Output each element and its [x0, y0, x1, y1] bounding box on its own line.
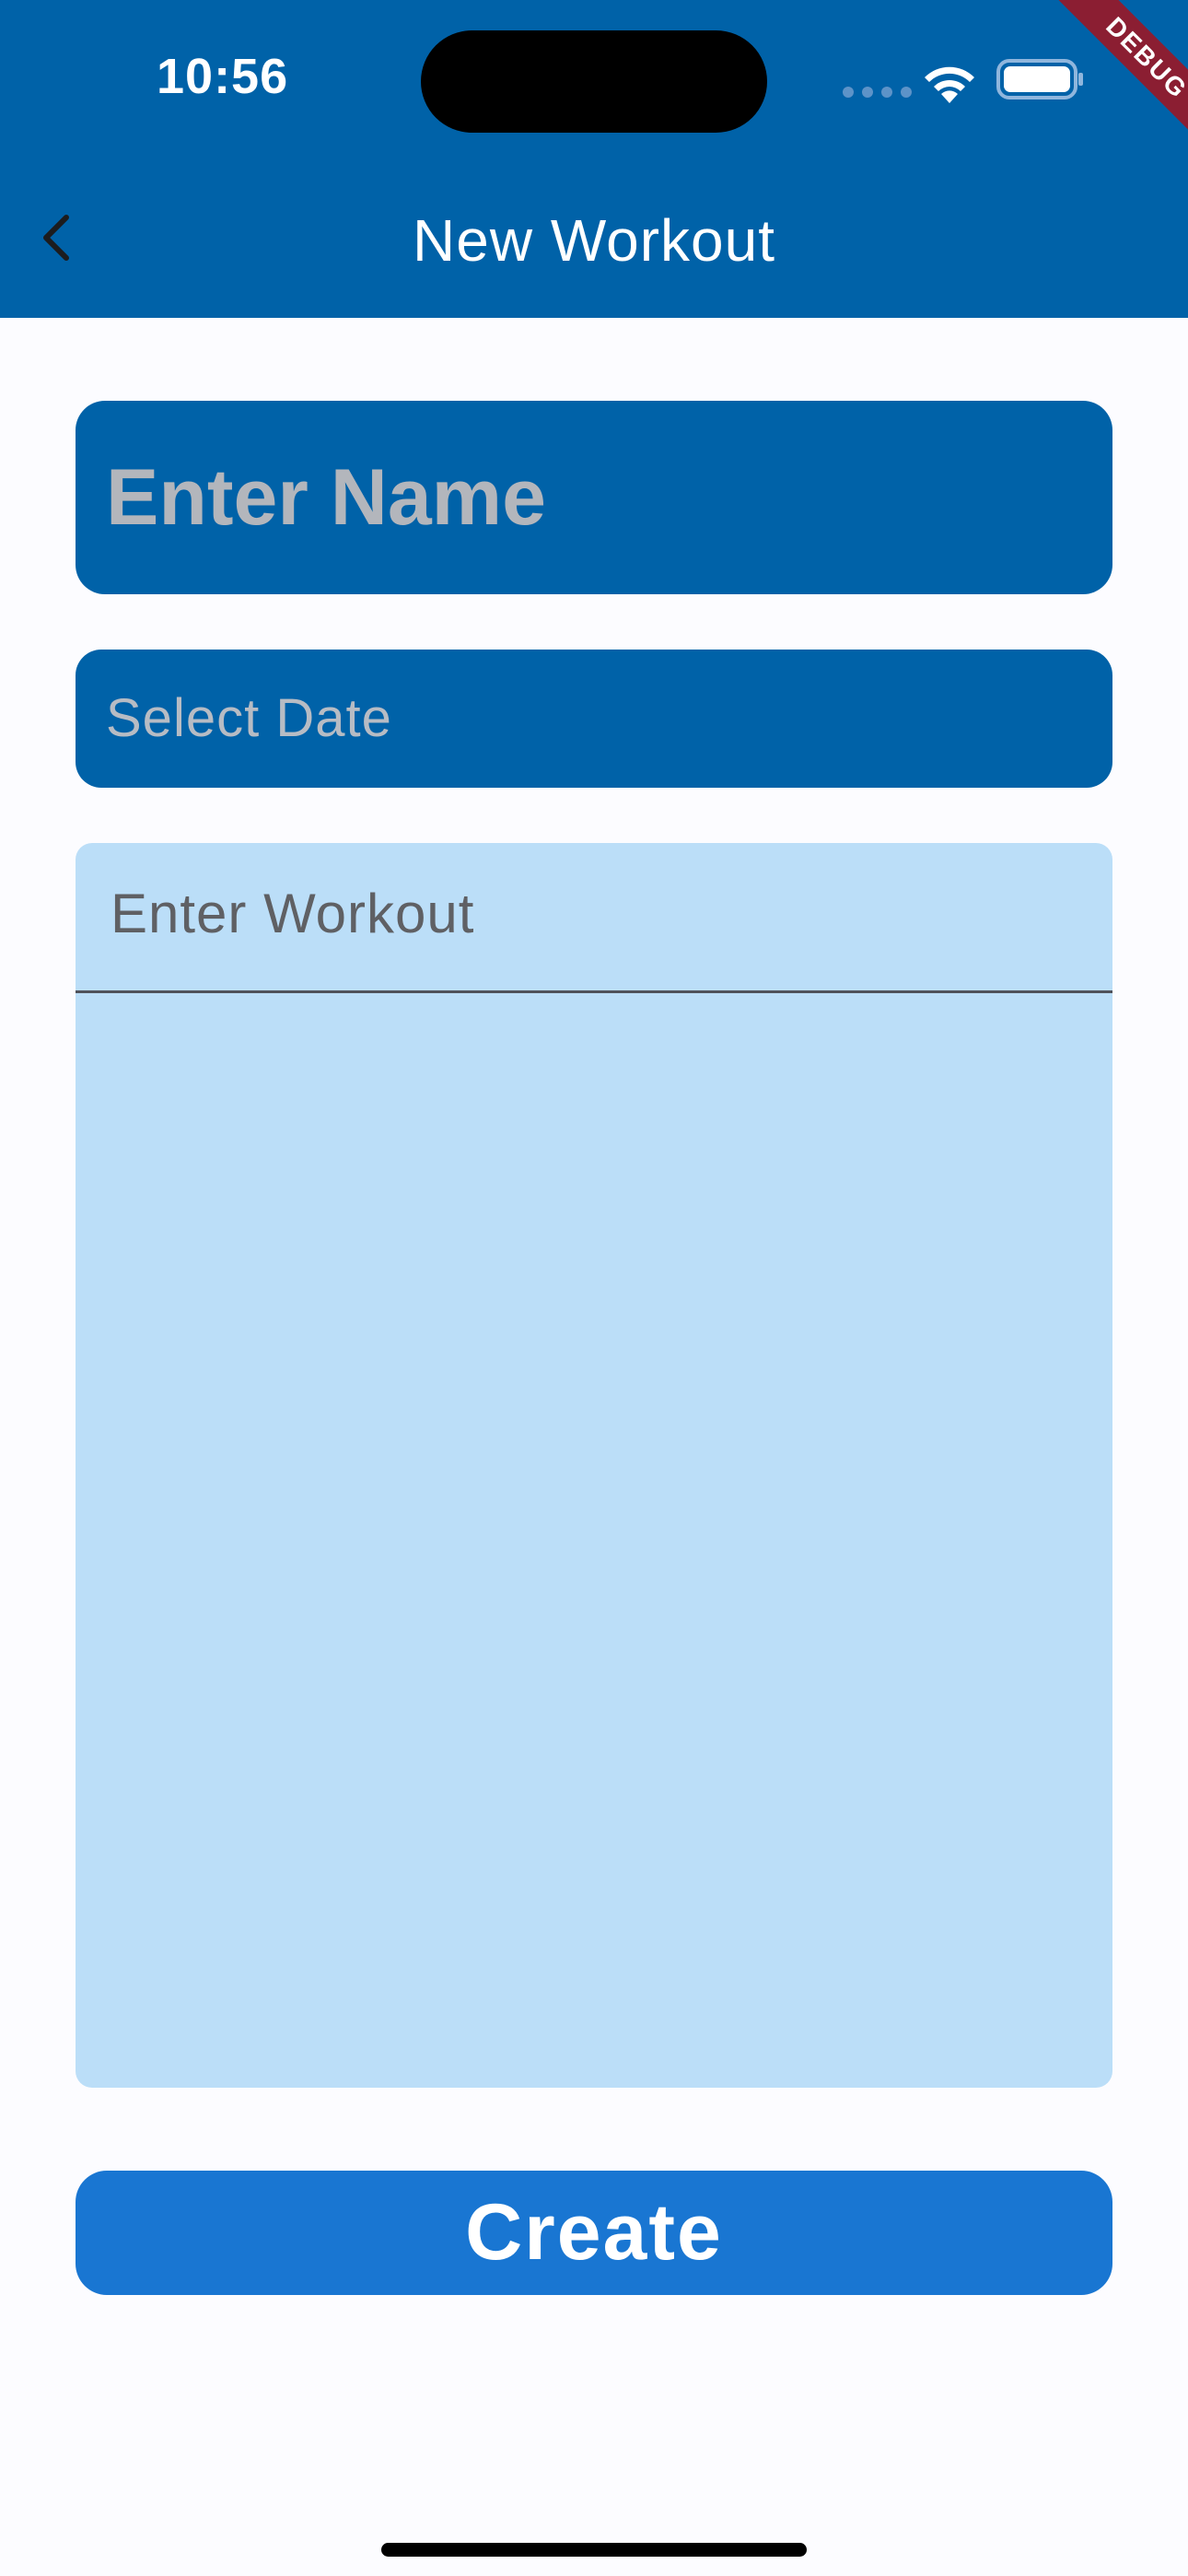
home-indicator[interactable] [381, 2543, 807, 2557]
date-field-placeholder: Select Date [106, 688, 392, 748]
workout-field-label: Enter Workout [111, 883, 475, 944]
name-input[interactable]: Enter Name [76, 401, 1112, 594]
name-input-placeholder: Enter Name [106, 453, 546, 542]
date-picker-field[interactable]: Select Date [76, 650, 1112, 788]
app-bar: 10:56 New Workout [0, 0, 1188, 318]
create-button[interactable]: Create [76, 2171, 1112, 2295]
workout-textarea[interactable]: Enter Workout [76, 843, 1112, 2088]
dynamic-island [421, 30, 767, 133]
status-bar-time: 10:56 [157, 49, 289, 104]
cellular-signal-icon [843, 87, 912, 98]
wifi-icon [925, 66, 974, 103]
page-title: New Workout [413, 207, 775, 274]
battery-icon [996, 59, 1083, 100]
workout-field-underline [76, 990, 1112, 993]
